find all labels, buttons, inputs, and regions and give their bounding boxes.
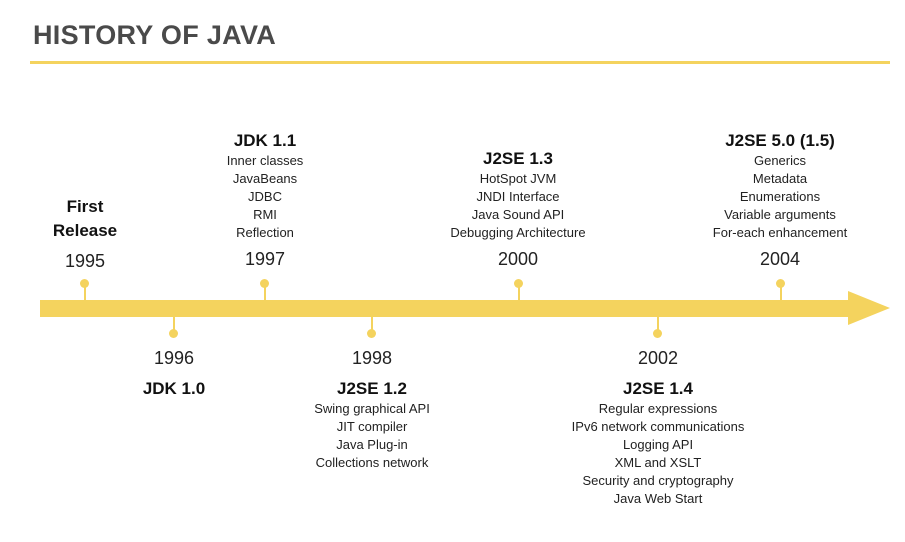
feature-item: JNDI Interface — [476, 189, 560, 204]
release-1995-year: 1995 — [64, 251, 106, 271]
feature-item: Java Sound API — [471, 207, 565, 222]
release-1995-heading-line1: First — [66, 197, 104, 216]
feature-item: Reflection — [236, 225, 294, 240]
feature-item: Debugging Architecture — [450, 225, 586, 240]
feature-item: Generics — [753, 153, 807, 168]
release-2000: J2SE 1.3 HotSpot JVM JNDI Interface Java… — [408, 148, 628, 270]
release-2004: J2SE 5.0 (1.5) Generics Metadata Enumera… — [680, 130, 880, 270]
release-1995-heading-line2: Release — [52, 221, 118, 240]
release-2002-year: 2002 — [637, 348, 679, 368]
feature-item: Collections network — [315, 455, 429, 470]
feature-item: JavaBeans — [232, 171, 298, 186]
marker-1998-dot — [367, 329, 376, 338]
release-2000-year: 2000 — [497, 249, 539, 269]
feature-item: JIT compiler — [336, 419, 408, 434]
feature-item: HotSpot JVM — [479, 171, 557, 186]
feature-item: Java Plug-in — [336, 437, 408, 452]
feature-item: RMI — [253, 207, 277, 222]
release-1997: JDK 1.1 Inner classes JavaBeans JDBC RMI… — [185, 130, 345, 270]
release-1995: First Release 1995 — [25, 196, 145, 272]
release-2004-heading: J2SE 5.0 (1.5) — [725, 131, 835, 150]
release-2004-year: 2004 — [759, 249, 801, 269]
feature-item: For-each enhancement — [712, 225, 848, 240]
feature-item: Variable arguments — [724, 207, 836, 222]
release-1997-year: 1997 — [244, 249, 286, 269]
marker-2000-dot — [514, 279, 523, 288]
marker-2004-dot — [776, 279, 785, 288]
marker-1995-tick — [84, 286, 86, 300]
title-underline — [30, 61, 890, 64]
feature-item: Regular expressions — [598, 401, 718, 416]
release-1998-heading: J2SE 1.2 — [337, 379, 407, 398]
release-2000-heading: J2SE 1.3 — [483, 149, 553, 168]
release-2002-heading: J2SE 1.4 — [623, 379, 693, 398]
marker-1995-dot — [80, 279, 89, 288]
feature-item: Inner classes — [226, 153, 304, 168]
release-2000-features: HotSpot JVM JNDI Interface Java Sound AP… — [408, 170, 628, 242]
release-1998-features: Swing graphical API JIT compiler Java Pl… — [282, 400, 462, 472]
release-2004-features: Generics Metadata Enumerations Variable … — [680, 152, 880, 242]
feature-item: Swing graphical API — [314, 401, 430, 416]
release-2002: 2002 J2SE 1.4 Regular expressions IPv6 n… — [538, 347, 778, 508]
marker-2000-tick — [518, 286, 520, 300]
feature-item: Logging API — [622, 437, 694, 452]
release-1996-year: 1996 — [153, 348, 195, 368]
release-1997-heading: JDK 1.1 — [233, 131, 297, 150]
release-2002-features: Regular expressions IPv6 network communi… — [538, 400, 778, 508]
marker-1996-dot — [169, 329, 178, 338]
page-title: HISTORY OF JAVA — [33, 20, 277, 50]
feature-item: Java Web Start — [613, 491, 703, 506]
feature-item: IPv6 network communications — [571, 419, 745, 434]
marker-1997-dot — [260, 279, 269, 288]
feature-item: Enumerations — [739, 189, 821, 204]
marker-2004-tick — [780, 286, 782, 300]
feature-item: JDBC — [248, 189, 282, 204]
release-1996-heading: JDK 1.0 — [142, 379, 206, 398]
release-1997-features: Inner classes JavaBeans JDBC RMI Reflect… — [185, 152, 345, 242]
release-1996: 1996 JDK 1.0 — [114, 347, 234, 400]
timeline-bar — [40, 300, 850, 317]
release-1998-year: 1998 — [351, 348, 393, 368]
feature-item: XML and XSLT — [614, 455, 702, 470]
marker-1997-tick — [264, 286, 266, 300]
feature-item: Security and cryptography — [582, 473, 734, 488]
marker-2002-dot — [653, 329, 662, 338]
release-1998: 1998 J2SE 1.2 Swing graphical API JIT co… — [282, 347, 462, 472]
feature-item: Metadata — [752, 171, 808, 186]
timeline-arrowhead — [848, 291, 890, 325]
